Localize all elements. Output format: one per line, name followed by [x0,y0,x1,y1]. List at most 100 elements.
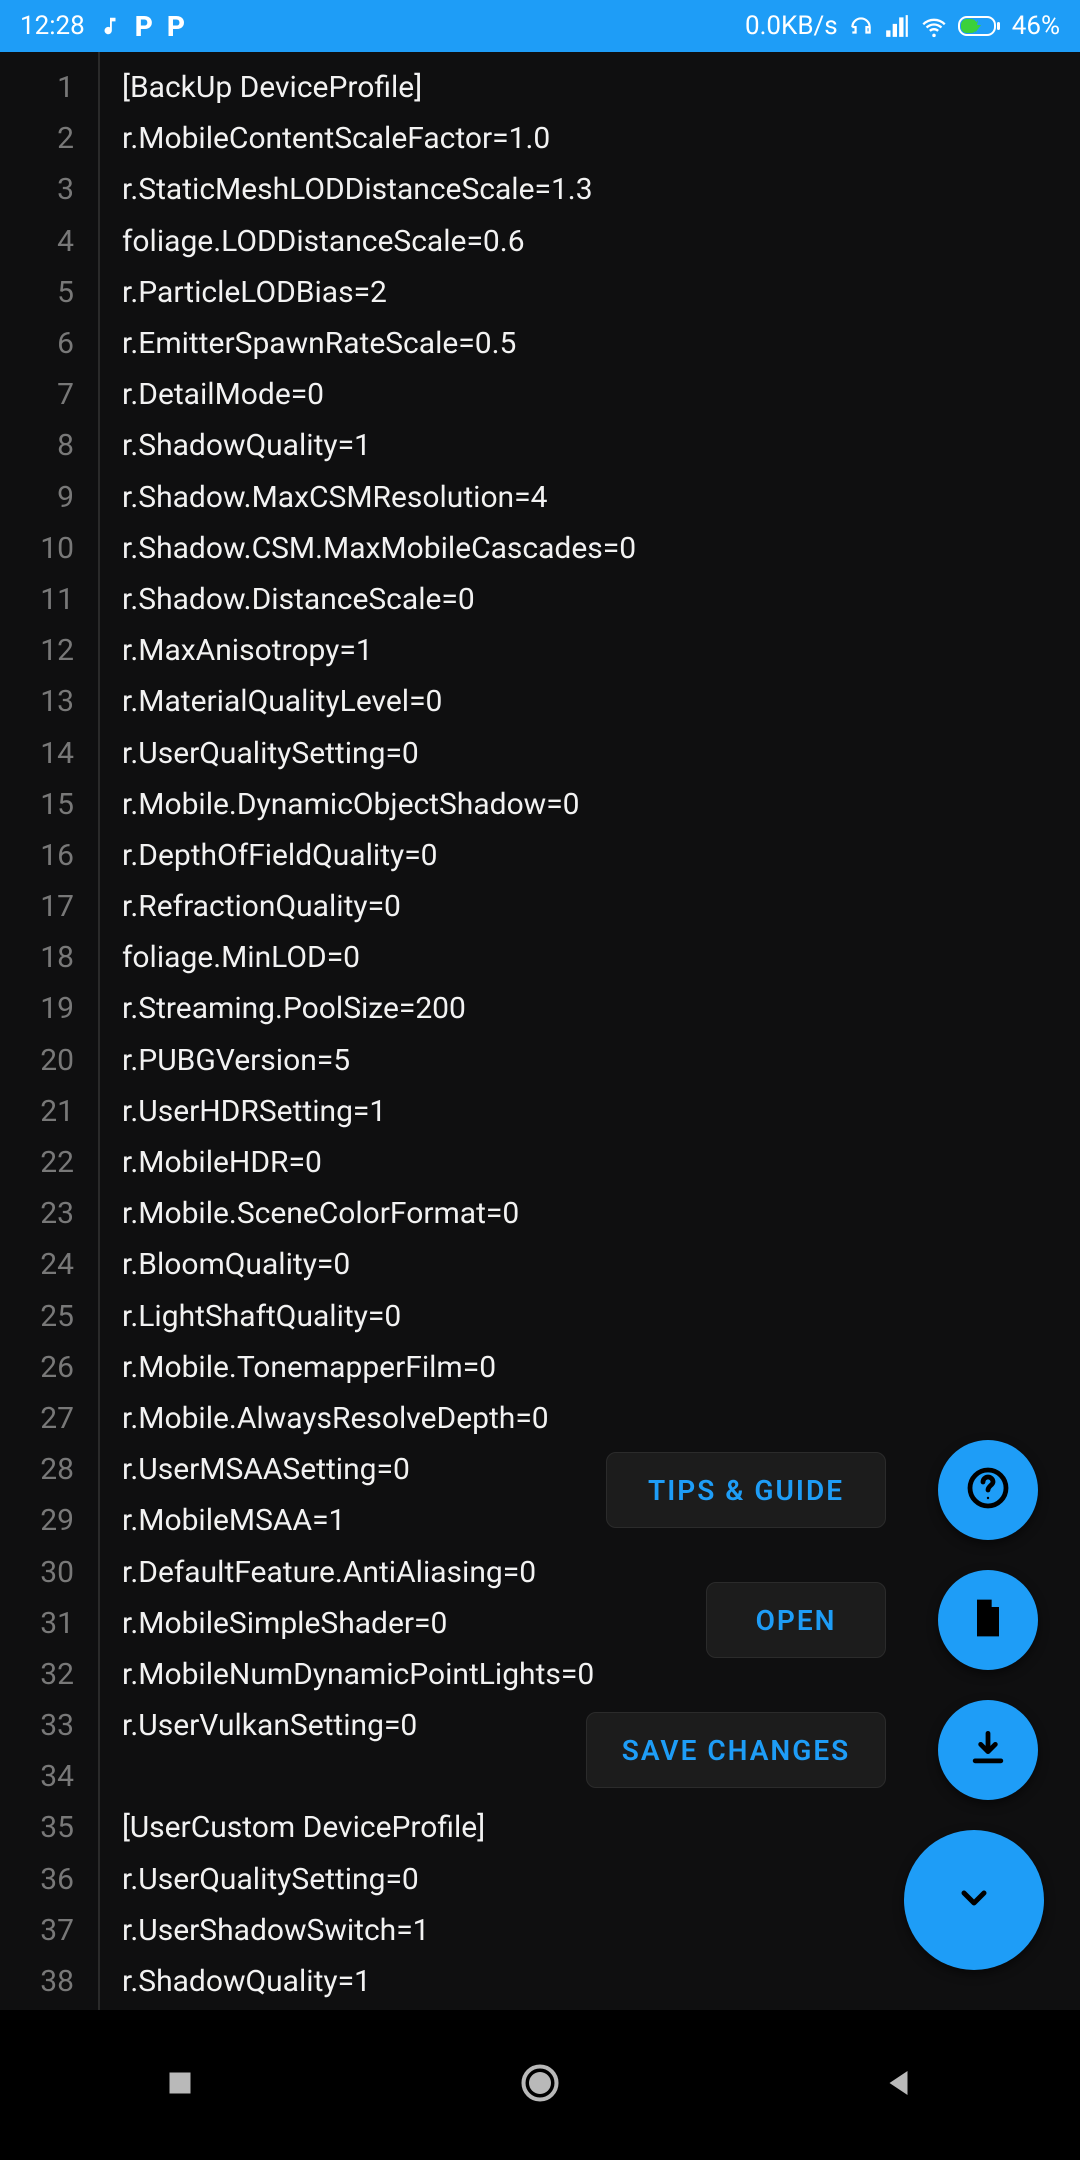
code-line[interactable]: r.UserHDRSetting=1 [122,1094,386,1129]
save-changes-button[interactable]: SAVE CHANGES [586,1712,886,1788]
code-line[interactable]: r.Shadow.DistanceScale=0 [122,582,475,617]
code-line[interactable]: r.UserQualitySetting=0 [122,736,419,771]
headphones-icon [848,13,874,39]
code-line[interactable]: foliage.MinLOD=0 [122,940,360,975]
back-icon [882,2065,918,2105]
letter-p-icon: P [167,10,185,43]
line-number: 37 [40,1913,74,1948]
code-line[interactable]: r.MobileMSAA=1 [122,1503,345,1538]
code-line[interactable]: r.UserVulkanSetting=0 [122,1708,417,1743]
code-line[interactable]: r.LightShaftQuality=0 [122,1299,401,1334]
chevron-down-icon [954,1878,994,1922]
code-line[interactable]: r.Mobile.TonemapperFilm=0 [122,1350,496,1385]
code-line[interactable]: r.Mobile.AlwaysResolveDepth=0 [122,1401,549,1436]
file-icon [966,1596,1010,1644]
recent-apps-button[interactable] [120,2045,240,2125]
battery-charging-icon [958,14,1002,38]
wifi-icon [920,12,948,40]
code-line[interactable]: r.StaticMeshLODDistanceScale=1.3 [122,172,593,207]
line-number: 31 [40,1606,74,1641]
line-number: 7 [57,377,74,412]
code-line[interactable]: r.DetailMode=0 [122,377,324,412]
line-number: 5 [57,275,74,310]
status-net-speed: 0.0KB/s [745,11,838,41]
code-line[interactable]: r.RefractionQuality=0 [122,889,401,924]
download-icon [966,1726,1010,1774]
line-number: 3 [57,172,74,207]
home-icon [518,2061,562,2109]
code-line[interactable]: r.Shadow.CSM.MaxMobileCascades=0 [122,531,636,566]
code-line[interactable]: r.Mobile.DynamicObjectShadow=0 [122,787,580,822]
code-line[interactable]: r.UserShadowSwitch=1 [122,1913,430,1948]
music-note-icon [99,15,121,37]
code-line[interactable]: r.ParticleLODBias=2 [122,275,387,310]
open-label: OPEN [756,1604,837,1637]
expand-fab[interactable] [904,1830,1044,1970]
code-line[interactable]: r.DepthOfFieldQuality=0 [122,838,438,873]
line-number: 22 [40,1145,74,1180]
line-number: 28 [40,1452,74,1487]
line-number: 25 [40,1299,74,1334]
status-bar: 12:28 P P 0.0KB/s 46% [0,0,1080,52]
code-line[interactable]: r.BloomQuality=0 [122,1247,350,1282]
line-number: 9 [57,480,74,515]
code-line[interactable]: r.UserMSAASetting=0 [122,1452,410,1487]
line-number: 16 [40,838,74,873]
code-line[interactable]: [BackUp DeviceProfile] [122,70,422,105]
help-circle-icon [964,1464,1012,1516]
code-editor[interactable]: 1234567891011121314151617181920212223242… [0,52,1080,2010]
line-number: 38 [40,1964,74,1999]
code-line[interactable]: r.MaterialQualityLevel=0 [122,684,442,719]
status-right: 0.0KB/s 46% [745,11,1060,41]
help-fab[interactable] [938,1440,1038,1540]
code-line[interactable]: r.MobileSimpleShader=0 [122,1606,447,1641]
status-time: 12:28 [20,11,85,41]
code-line[interactable]: r.MobileHDR=0 [122,1145,322,1180]
code-line[interactable]: r.Shadow.MaxCSMResolution=4 [122,480,547,515]
line-number: 11 [40,582,74,617]
code-line[interactable]: r.MaxAnisotropy=1 [122,633,373,668]
line-number: 26 [40,1350,74,1385]
line-number: 12 [40,633,74,668]
line-number: 6 [57,326,74,361]
code-line[interactable]: r.Mobile.SceneColorFormat=0 [122,1196,519,1231]
line-number: 27 [40,1401,74,1436]
code-line[interactable]: r.DefaultFeature.AntiAliasing=0 [122,1555,536,1590]
back-button[interactable] [840,2045,960,2125]
file-fab[interactable] [938,1570,1038,1670]
letter-p-icon: P [135,10,153,43]
code-line[interactable]: r.ShadowQuality=1 [122,1964,371,1999]
code-line[interactable]: r.UserQualitySetting=0 [122,1862,419,1897]
code-line[interactable]: foliage.LODDistanceScale=0.6 [122,224,525,259]
line-number: 32 [40,1657,74,1692]
line-number: 20 [40,1043,74,1078]
line-number: 29 [40,1503,74,1538]
code-line[interactable]: r.MobileContentScaleFactor=1.0 [122,121,550,156]
line-number: 1 [57,70,74,105]
line-number: 13 [40,684,74,719]
tips-guide-label: TIPS & GUIDE [648,1474,844,1507]
recent-apps-icon [162,2065,198,2105]
open-button[interactable]: OPEN [706,1582,886,1658]
code-line[interactable]: r.EmitterSpawnRateScale=0.5 [122,326,516,361]
line-number: 21 [40,1094,74,1129]
code-line[interactable]: r.MobileNumDynamicPointLights=0 [122,1657,594,1692]
line-number: 4 [57,224,74,259]
code-line[interactable]: r.ShadowQuality=1 [122,428,371,463]
line-number: 8 [57,428,74,463]
save-changes-label: SAVE CHANGES [622,1734,850,1767]
line-number: 35 [40,1810,74,1845]
signal-icon [884,13,910,39]
line-number: 10 [40,531,74,566]
code-line[interactable]: r.Streaming.PoolSize=200 [122,991,466,1026]
code-line[interactable]: [UserCustom DeviceProfile] [122,1810,485,1845]
tips-guide-button[interactable]: TIPS & GUIDE [606,1452,886,1528]
line-number-gutter: 1234567891011121314151617181920212223242… [0,52,100,2010]
home-button[interactable] [480,2045,600,2125]
line-number: 14 [40,736,74,771]
line-number: 17 [40,889,74,924]
line-number: 34 [40,1759,74,1794]
line-number: 18 [40,940,74,975]
download-fab[interactable] [938,1700,1038,1800]
code-line[interactable]: r.PUBGVersion=5 [122,1043,350,1078]
